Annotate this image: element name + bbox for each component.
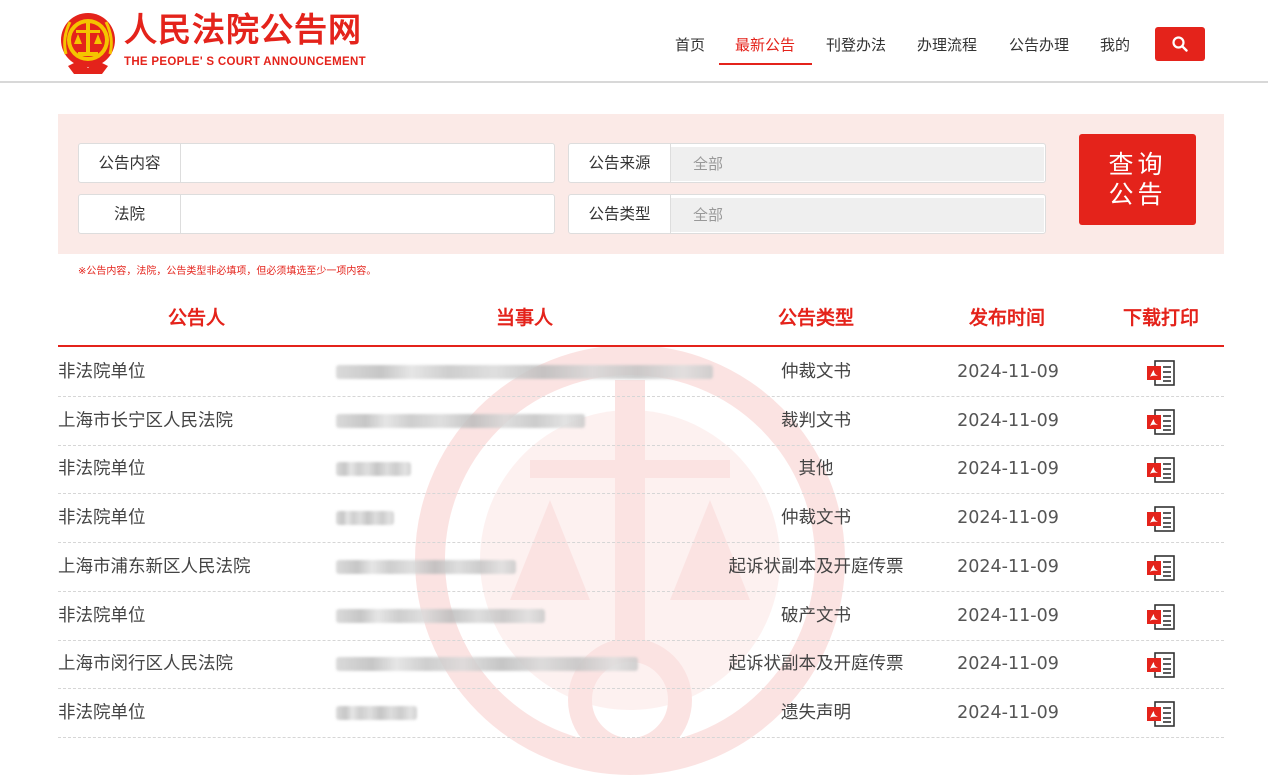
site-header: 人民法院公告网 THE PEOPLE' S COURT ANNOUNCEMENT… [0, 0, 1268, 83]
row-date: 2024-11-09 [957, 556, 1059, 577]
row-party-redacted [336, 657, 638, 672]
row-type: 裁判文书 [781, 410, 851, 431]
query-button-line2: 公告 [1108, 180, 1167, 209]
row-party-redacted [336, 705, 417, 720]
row-type: 起诉状副本及开庭传票 [728, 654, 904, 675]
pdf-icon[interactable] [1146, 701, 1176, 727]
col-header-type: 公告类型 [778, 307, 855, 329]
col-header-party: 当事人 [496, 307, 554, 329]
pdf-icon[interactable] [1146, 360, 1176, 386]
row-publisher[interactable]: 上海市闵行区人民法院 [58, 640, 233, 688]
type-select[interactable]: 全部 [671, 198, 1044, 232]
table-row[interactable]: 非法院单位 仲裁文书 2024-11-09 [58, 348, 1224, 397]
row-date: 2024-11-09 [957, 654, 1059, 675]
query-button[interactable]: 查询 公告 [1079, 134, 1196, 225]
row-party-redacted [336, 511, 394, 526]
pdf-icon[interactable] [1146, 506, 1176, 532]
query-button-line1: 查询 [1108, 150, 1167, 179]
table-row[interactable]: 非法院单位 破产文书 2024-11-09 [58, 592, 1224, 641]
nav-publish-method[interactable]: 刊登办法 [826, 34, 886, 55]
row-publisher[interactable]: 非法院单位 [58, 445, 146, 493]
col-header-download: 下载打印 [1123, 307, 1200, 329]
pdf-icon[interactable] [1146, 554, 1176, 581]
pdf-icon[interactable] [1146, 457, 1176, 484]
table-row[interactable]: 上海市长宁区人民法院 裁判文书 2024-11-09 [58, 397, 1224, 446]
row-publisher[interactable]: 上海市长宁区人民法院 [58, 397, 233, 445]
table-row[interactable]: 非法院单位 遗失声明 2024-11-09 [58, 689, 1224, 738]
row-date: 2024-11-09 [957, 702, 1059, 723]
row-type: 遗失声明 [781, 702, 851, 723]
table-row[interactable]: 非法院单位 其他 2024-11-09 [58, 445, 1224, 495]
row-date: 2024-11-09 [957, 459, 1059, 480]
row-party-redacted [336, 462, 411, 477]
pdf-icon[interactable] [1146, 408, 1176, 435]
row-party-redacted [336, 365, 713, 379]
nav-active-underline [719, 63, 812, 65]
court-emblem-icon[interactable] [58, 8, 118, 76]
content-input[interactable] [181, 144, 553, 182]
site-title[interactable]: 人民法院公告网 [124, 8, 362, 52]
source-label: 公告来源 [569, 144, 671, 182]
pdf-icon[interactable] [1146, 652, 1176, 678]
row-date: 2024-11-09 [957, 410, 1059, 431]
pdf-icon[interactable] [1146, 603, 1176, 630]
nav-handle[interactable]: 公告办理 [1009, 34, 1069, 55]
row-date: 2024-11-09 [957, 362, 1059, 382]
table-header-divider [58, 345, 1224, 347]
site-subtitle: THE PEOPLE' S COURT ANNOUNCEMENT [124, 56, 366, 68]
nav-process[interactable]: 办理流程 [917, 34, 977, 55]
table-row[interactable]: 上海市浦东新区人民法院 起诉状副本及开庭传票 2024-11-09 [58, 543, 1224, 592]
row-party-redacted [336, 413, 585, 428]
type-field: 公告类型 全部 [568, 194, 1046, 234]
row-date: 2024-11-09 [957, 605, 1059, 626]
row-party-redacted [336, 559, 516, 574]
search-icon [1172, 36, 1188, 52]
row-publisher[interactable]: 非法院单位 [58, 689, 146, 737]
row-date: 2024-11-09 [957, 508, 1059, 529]
row-party-redacted [336, 608, 545, 623]
row-publisher[interactable]: 非法院单位 [58, 348, 146, 396]
court-input[interactable] [181, 195, 553, 233]
search-panel: 公告内容 法院 公告来源 全部 公告类型 全部 [58, 114, 1224, 254]
row-publisher[interactable]: 上海市浦东新区人民法院 [58, 543, 251, 591]
content-label: 公告内容 [79, 144, 181, 182]
row-type: 仲裁文书 [781, 508, 851, 529]
source-select[interactable]: 全部 [671, 147, 1044, 181]
court-field: 法院 [78, 194, 555, 234]
table-row[interactable]: 上海市闵行区人民法院 起诉状副本及开庭传票 2024-11-09 [58, 640, 1224, 690]
nav-latest[interactable]: 最新公告 [735, 34, 795, 55]
nav-home[interactable]: 首页 [675, 34, 705, 55]
row-publisher[interactable]: 非法院单位 [58, 494, 146, 542]
content-field: 公告内容 [78, 143, 555, 183]
search-note: ※公告内容，法院，公告类型非必填项，但必须填选至少一项内容。 [78, 266, 377, 277]
row-type: 起诉状副本及开庭传票 [728, 556, 904, 577]
row-publisher[interactable]: 非法院单位 [58, 592, 146, 640]
type-label: 公告类型 [569, 195, 671, 233]
row-type: 其他 [798, 459, 834, 480]
header-search-button[interactable] [1155, 27, 1205, 61]
col-header-publisher: 公告人 [168, 307, 226, 329]
row-type: 仲裁文书 [781, 362, 851, 382]
nav-mine[interactable]: 我的 [1100, 34, 1130, 55]
row-type: 破产文书 [781, 605, 851, 626]
table-row[interactable]: 非法院单位 仲裁文书 2024-11-09 [58, 494, 1224, 544]
court-label: 法院 [79, 195, 181, 233]
source-field: 公告来源 全部 [568, 143, 1046, 183]
col-header-date: 发布时间 [969, 307, 1046, 329]
